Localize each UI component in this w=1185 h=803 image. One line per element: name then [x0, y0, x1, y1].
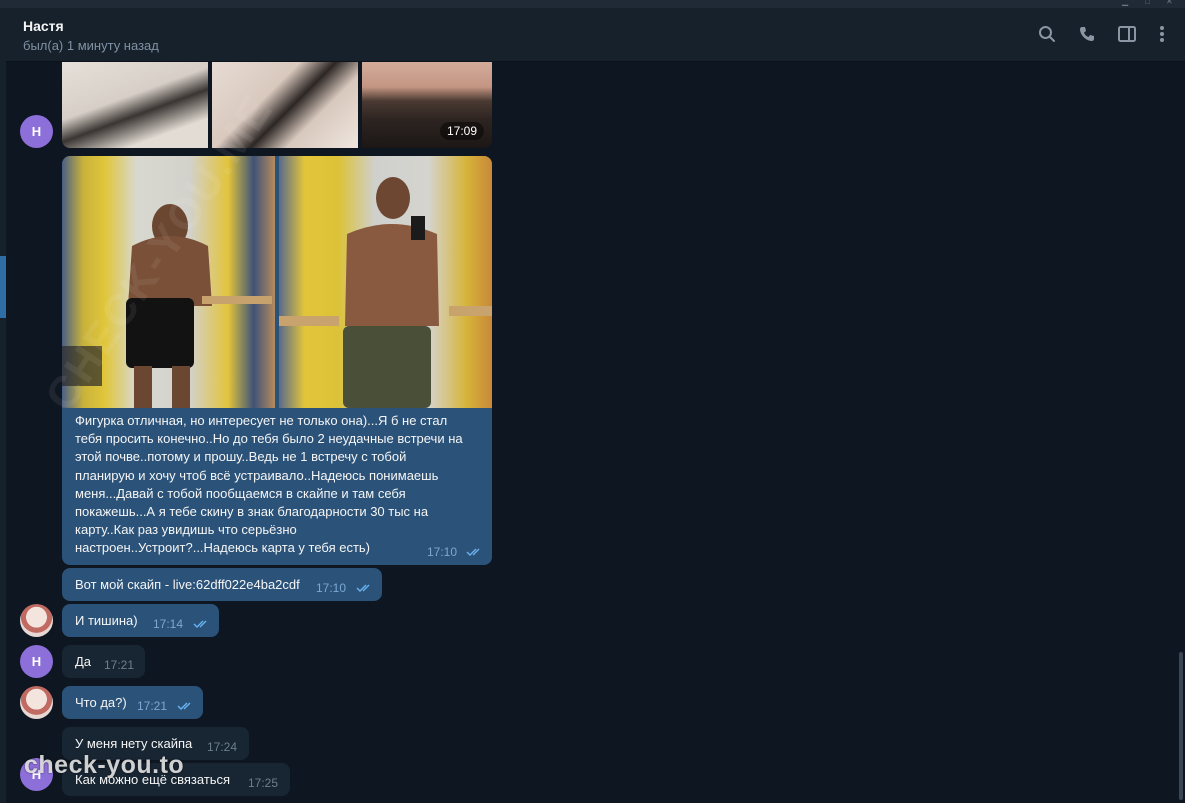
caption-line: этой почве..потому и прошу..Ведь не 1 вс… — [75, 449, 407, 465]
message-time: 17:21 — [137, 699, 168, 713]
chat-scrollbar[interactable] — [1176, 62, 1185, 803]
message-time: 17:10 — [427, 545, 458, 559]
message-text: Вот мой скайп - live:62dff022e4ba2cdf — [75, 577, 300, 592]
album-message[interactable]: Фигурка отличная, но интересует не тольк… — [62, 156, 492, 565]
close-icon[interactable]: ✕ — [1166, 0, 1176, 6]
message-time: 17:24 — [207, 740, 238, 754]
photo-album-top[interactable]: 17:09 — [62, 62, 492, 148]
sidebar-toggle-icon[interactable] — [1115, 22, 1139, 46]
album-photo[interactable] — [279, 156, 492, 408]
outgoing-message[interactable]: И тишина) 17:14 — [62, 604, 219, 637]
album-photo[interactable] — [62, 62, 208, 148]
minimize-icon[interactable]: ▁ — [1122, 0, 1132, 6]
brand-watermark: check-you.to — [24, 751, 185, 779]
caption-line: планирую и хочу чтоб всё устраивало..Над… — [75, 467, 439, 483]
outgoing-message[interactable]: Что да?) 17:21 — [62, 686, 203, 719]
album-caption: Фигурка отличная, но интересует не тольк… — [75, 412, 485, 558]
read-ticks-icon — [177, 702, 191, 710]
peer-status: был(а) 1 минуту назад — [23, 38, 159, 53]
read-ticks-icon — [356, 584, 370, 592]
avatar-initial: Н — [31, 124, 42, 139]
avatar-initial: Н — [31, 654, 42, 669]
peer-avatar[interactable]: Н — [20, 115, 53, 148]
message-text: У меня нету скайпа — [75, 736, 193, 751]
caption-line: Фигурка отличная, но интересует не тольк… — [75, 413, 448, 428]
phone-icon[interactable] — [1075, 22, 1099, 46]
incoming-message[interactable]: Да 17:21 — [62, 645, 145, 678]
message-text: Да — [75, 654, 92, 669]
chat-header: Настя был(а) 1 минуту назад — [6, 8, 1185, 62]
scrollbar-thumb[interactable] — [1179, 652, 1183, 800]
more-icon[interactable] — [1150, 22, 1174, 46]
my-avatar[interactable] — [20, 604, 53, 637]
outgoing-message[interactable]: Вот мой скайп - live:62dff022e4ba2cdf 17… — [62, 568, 382, 601]
caption-line: меня...Давай с тобой пообщаемся в скайпе… — [75, 485, 406, 501]
caption-line: тебя просить конечно..Но до тебя было 2 … — [75, 431, 463, 447]
caption-line: карту..Как раз увидишь что серьёзно — [75, 522, 297, 538]
peer-avatar[interactable]: Н — [20, 645, 53, 678]
message-text: И тишина) — [75, 613, 138, 628]
album-time: 17:09 — [440, 122, 485, 140]
read-ticks-icon — [466, 548, 480, 556]
message-text: Что да?) — [75, 695, 127, 710]
message-time: 17:25 — [248, 776, 279, 790]
peer-name[interactable]: Настя — [23, 18, 64, 34]
message-time: 17:10 — [316, 581, 347, 595]
message-list[interactable]: 17:09 Н Фигурка отличная, но интересует … — [6, 62, 1176, 803]
message-time: 17:21 — [104, 658, 135, 672]
search-icon[interactable] — [1035, 22, 1059, 46]
message-time: 17:14 — [153, 617, 184, 631]
my-avatar[interactable] — [20, 686, 53, 719]
maximize-icon[interactable]: □ — [1145, 0, 1155, 6]
caption-line: покажешь...А я тебе скину в знак благода… — [75, 504, 429, 520]
caption-line: настроен..Устроит?...Надеюсь карта у теб… — [75, 540, 371, 556]
window-titlebar: ▁ □ ✕ — [0, 0, 1185, 8]
read-ticks-icon — [193, 620, 207, 628]
